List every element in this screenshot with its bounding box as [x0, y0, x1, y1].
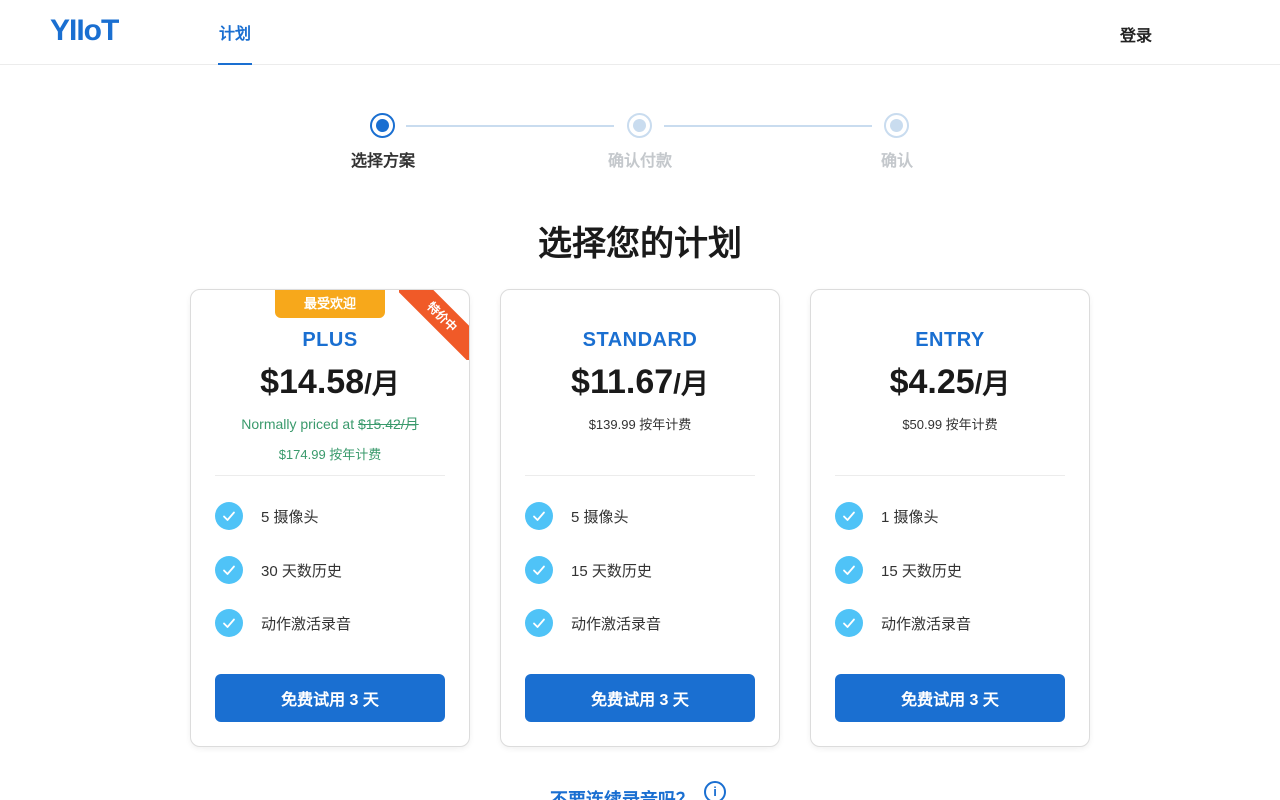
plan-card-entry: ENTRY $4.25/月 $50.99 按年计费 1 摄像头 15 天数历史 … [810, 289, 1090, 747]
plan-price: $14.58/月 [191, 362, 469, 402]
check-icon [835, 609, 863, 637]
check-icon [835, 556, 863, 584]
normal-price-strikethrough: $15.42/月 [357, 416, 419, 432]
check-icon [525, 556, 553, 584]
check-icon [215, 502, 243, 530]
page-title: 选择您的计划 [538, 225, 742, 263]
checkout-stepper: 选择方案 确认付款 确认 [0, 110, 1280, 180]
free-trial-button-standard[interactable]: 免费试用 3 天 [525, 674, 755, 722]
annual-price: $174.99 按年计费 [278, 447, 382, 462]
feature-item: 1 摄像头 [835, 501, 939, 531]
feature-item: 5 摄像头 [215, 501, 319, 531]
top-header: YIIoT 计划 登录 [0, 0, 1280, 65]
step-indicator-confirm-payment [627, 113, 652, 138]
plan-price-unit: /月 [364, 368, 400, 399]
plan-price: $4.25/月 [811, 362, 1089, 402]
step-label-select-plan: 选择方案 [350, 153, 415, 170]
feature-label: 5 摄像头 [261, 508, 319, 526]
step-label-confirm-payment: 确认付款 [607, 153, 672, 170]
nav-tab-plans[interactable]: 计划 [218, 0, 253, 65]
plan-price-amount: $14.58 [260, 363, 365, 401]
info-icon[interactable]: i [704, 781, 726, 800]
check-icon [525, 609, 553, 637]
plan-price-unit: /月 [673, 368, 709, 399]
feature-label: 15 天数历史 [571, 562, 652, 580]
feature-item: 动作激活录音 [525, 608, 661, 638]
step-indicator-select-plan [370, 113, 395, 138]
feature-item: 动作激活录音 [835, 608, 971, 638]
normal-price-note: Normally priced at $15.42/月 [191, 414, 469, 434]
feature-item: 动作激活录音 [215, 608, 351, 638]
divider [525, 475, 755, 476]
annual-price: $139.99 按年计费 [588, 417, 692, 432]
normal-price-prefix: Normally priced at [241, 416, 358, 432]
divider [835, 475, 1065, 476]
feature-item: 15 天数历史 [525, 555, 652, 585]
plan-name: STANDARD [582, 329, 698, 351]
free-trial-button-entry[interactable]: 免费试用 3 天 [835, 674, 1065, 722]
step-connector [664, 125, 872, 127]
login-link[interactable]: 登录 [1120, 22, 1152, 46]
step-connector [406, 125, 614, 127]
feature-label: 30 天数历史 [261, 562, 342, 580]
continuous-recording-help: 不要连续录音吗？ i [550, 781, 726, 800]
feature-item: 30 天数历史 [215, 555, 342, 585]
feature-label: 动作激活录音 [881, 615, 972, 633]
step-label-confirm: 确认 [880, 153, 913, 170]
feature-label: 1 摄像头 [881, 508, 939, 526]
brand-logo[interactable]: YIIoT [50, 14, 119, 48]
check-icon [215, 609, 243, 637]
feature-item: 5 摄像头 [525, 501, 629, 531]
plan-card-standard: STANDARD $11.67/月 $139.99 按年计费 5 摄像头 15 … [500, 289, 780, 747]
check-icon [835, 502, 863, 530]
check-icon [215, 556, 243, 584]
free-trial-button-plus[interactable]: 免费试用 3 天 [215, 674, 445, 722]
feature-label: 5 摄像头 [571, 508, 629, 526]
most-popular-badge: 最受欢迎 [275, 290, 385, 318]
check-icon [525, 502, 553, 530]
continuous-recording-link[interactable]: 不要连续录音吗？ [550, 786, 694, 800]
feature-label: 15 天数历史 [881, 562, 962, 580]
plan-name: ENTRY [915, 329, 985, 351]
annual-price: $50.99 按年计费 [902, 417, 998, 432]
plan-price-unit: /月 [974, 368, 1011, 399]
feature-label: 动作激活录音 [261, 615, 352, 633]
plan-price-amount: $4.25 [889, 363, 975, 401]
plan-card-plus: 最受欢迎 特价中 PLUS $14.58/月 Normally priced a… [190, 289, 470, 747]
feature-label: 动作激活录音 [571, 615, 662, 633]
plan-name: PLUS [302, 329, 358, 351]
divider [215, 475, 445, 476]
feature-item: 15 天数历史 [835, 555, 962, 585]
plan-price-amount: $11.67 [571, 363, 674, 401]
step-indicator-confirm [884, 113, 909, 138]
plan-price: $11.67/月 [501, 362, 779, 402]
